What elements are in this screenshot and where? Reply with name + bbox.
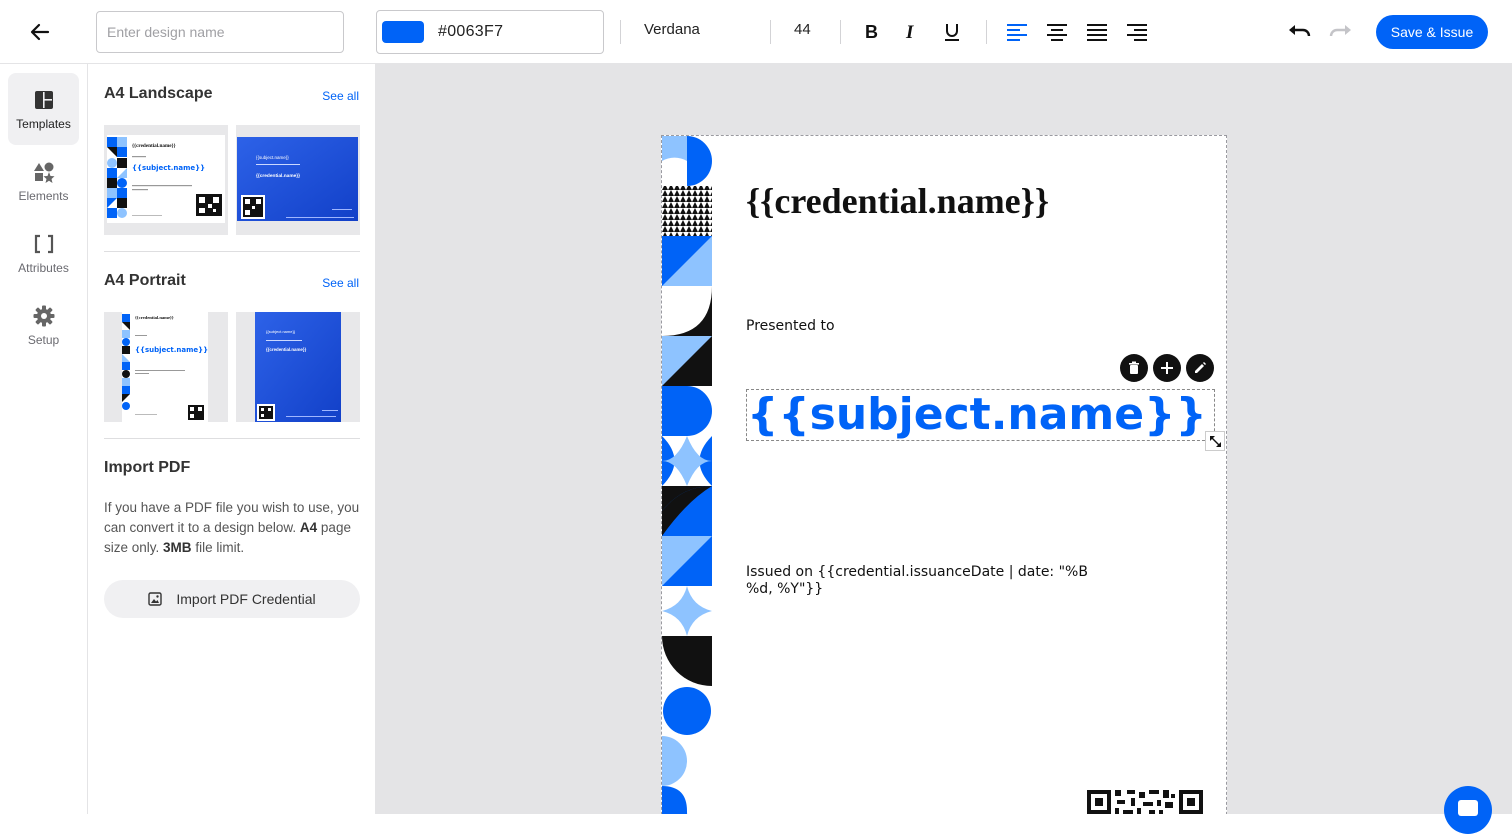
import-pdf-button[interactable]: Import PDF Credential [104, 580, 360, 618]
divider [840, 20, 841, 44]
divider [104, 251, 360, 252]
shapes-icon [33, 161, 55, 183]
design-name-input[interactable] [96, 11, 344, 53]
template-thumb-landscape-2[interactable]: {{subject.name}} {{credential.name}} [236, 125, 360, 235]
rail-label: Attributes [18, 261, 69, 275]
color-swatch[interactable] [382, 21, 424, 43]
brackets-icon [33, 233, 55, 255]
rail-item-templates[interactable]: Templates [8, 73, 79, 145]
section-title-import: Import PDF [104, 459, 191, 476]
chat-widget-button[interactable] [1444, 786, 1492, 834]
align-center-icon[interactable] [1042, 18, 1072, 46]
align-right-icon[interactable] [1122, 18, 1152, 46]
template-thumb-landscape-1[interactable]: {{credential.name}} {{subject.name}} [104, 125, 228, 235]
templates-icon [33, 89, 55, 111]
bold-icon[interactable]: B [857, 18, 887, 46]
align-left-icon[interactable] [1002, 18, 1032, 46]
decorative-pattern-strip [662, 136, 712, 814]
divider [620, 20, 621, 44]
rail-item-setup[interactable]: Setup [8, 289, 79, 361]
resize-handle[interactable] [1205, 431, 1225, 451]
redo-icon[interactable] [1325, 18, 1355, 46]
delete-icon[interactable] [1120, 354, 1148, 382]
thumb-credential-name: {{credential.name}} [135, 315, 174, 320]
save-issue-button[interactable]: Save & Issue [1376, 15, 1488, 49]
section-title-portrait: A4 Portrait [104, 272, 186, 289]
issued-on-text[interactable]: Issued on {{credential.issuanceDate | da… [746, 564, 1116, 598]
credential-title[interactable]: {{credential.name}} [746, 180, 1049, 222]
svg-text:I: I [905, 22, 914, 42]
underline-icon[interactable] [937, 18, 967, 46]
rail-item-elements[interactable]: Elements [8, 145, 79, 217]
see-all-landscape-link[interactable]: See all [322, 89, 359, 103]
italic-icon[interactable]: I [897, 18, 927, 46]
import-pdf-label: Import PDF Credential [176, 591, 316, 607]
section-title-landscape: A4 Landscape [104, 85, 213, 102]
template-thumb-portrait-1[interactable]: {{credential.name}} {{subject.name}} [104, 312, 228, 422]
design-canvas: {{credential.name}} Presented to {{subje… [376, 64, 1512, 814]
thumb-subject-name: {{subject.name}} [132, 164, 205, 172]
divider [986, 20, 987, 44]
undo-icon[interactable] [1285, 18, 1315, 46]
edit-icon[interactable] [1186, 354, 1214, 382]
font-family-select[interactable]: Verdana [644, 21, 700, 38]
issued-on-line: %d, %Y"}} [746, 581, 824, 597]
divider [770, 20, 771, 44]
align-justify-icon[interactable] [1082, 18, 1112, 46]
image-icon [148, 592, 163, 606]
rail-label: Elements [18, 189, 69, 203]
qr-code[interactable] [1087, 790, 1203, 814]
subject-name-text[interactable]: {{subject.name}} [746, 389, 1215, 441]
thumb-subject-name: {{subject.name}} [256, 155, 289, 160]
add-icon[interactable] [1153, 354, 1181, 382]
rail-item-attributes[interactable]: Attributes [8, 217, 79, 289]
color-hex-value[interactable]: #0063F7 [438, 23, 503, 41]
import-text-bold: 3MB [163, 540, 192, 555]
rail-label: Setup [27, 333, 60, 347]
import-text-bold: A4 [299, 520, 318, 535]
thumb-subject-name: {{subject.name}} [135, 346, 208, 354]
import-description: If you have a PDF file you wish to use, … [104, 498, 366, 558]
template-thumb-portrait-2[interactable]: {{subject.name}} {{credential.name}} [236, 312, 360, 422]
back-arrow-icon[interactable] [26, 18, 54, 46]
left-rail: Templates Elements Attributes Setup [0, 64, 88, 814]
thumb-subject-name: {{subject.name}} [266, 329, 296, 334]
import-text: file limit. [195, 540, 245, 555]
rail-label: Templates [16, 117, 71, 131]
thumb-credential-name: {{credential.name}} [256, 173, 300, 179]
templates-panel: A4 Landscape See all {{credential.name}}… [88, 64, 376, 814]
thumb-credential-name: {{credential.name}} [266, 347, 307, 352]
issued-on-line: Issued on {{credential.issuanceDate | da… [746, 564, 1088, 580]
see-all-portrait-link[interactable]: See all [322, 276, 359, 290]
svg-text:B: B [865, 22, 878, 42]
gear-icon [33, 305, 55, 327]
element-actions [1120, 354, 1214, 382]
font-size-input[interactable]: 44 [794, 21, 811, 38]
divider [104, 438, 360, 439]
top-toolbar: #0063F7 Verdana 44 B I Save & Issue [0, 0, 1512, 64]
credential-page[interactable]: {{credential.name}} Presented to {{subje… [661, 135, 1227, 814]
thumb-credential-name: {{credential.name}} [132, 143, 176, 149]
color-picker[interactable]: #0063F7 [376, 10, 604, 54]
presented-to-text[interactable]: Presented to [746, 318, 835, 334]
